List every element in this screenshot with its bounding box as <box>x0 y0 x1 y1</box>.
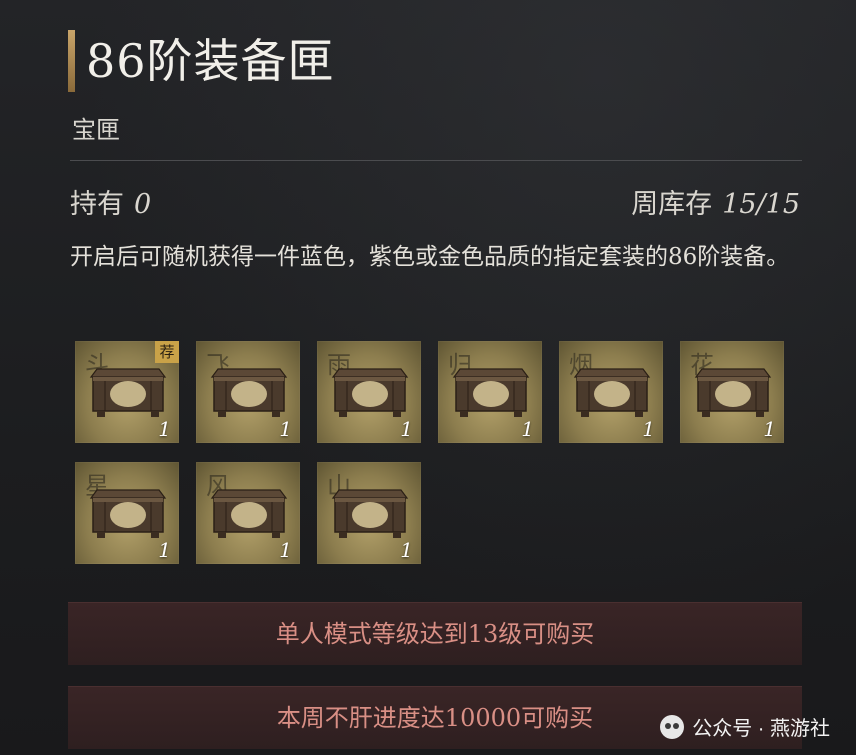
divider <box>70 160 802 161</box>
recommended-badge: 荐 <box>155 341 179 363</box>
chest-icon <box>331 367 409 421</box>
equipment-box-slot[interactable]: 花 1 <box>680 341 784 443</box>
equipment-box-slot[interactable]: 烟 1 <box>559 341 663 443</box>
watermark: 公众号 · 燕游社 <box>660 712 830 741</box>
equipment-box-slot[interactable]: 飞 1 <box>196 341 300 443</box>
weekly-stock: 周库存 15/15 <box>631 182 800 221</box>
chest-icon <box>694 367 772 421</box>
item-count: 1 <box>279 538 292 562</box>
chest-icon <box>210 367 288 421</box>
chest-icon <box>573 367 651 421</box>
chest-icon <box>331 488 409 542</box>
equipment-box-slot[interactable]: 风 1 <box>196 462 300 564</box>
equipment-box-slot[interactable]: 山 1 <box>317 462 421 564</box>
owned-label: 持有 <box>70 189 124 220</box>
item-count: 1 <box>158 538 171 562</box>
equipment-box-slot[interactable]: 归 1 <box>438 341 542 443</box>
chest-icon <box>210 488 288 542</box>
watermark-text: 公众号 · 燕游社 <box>692 718 830 740</box>
chest-icon <box>89 367 167 421</box>
item-count: 1 <box>400 538 413 562</box>
equipment-box-slot[interactable]: 雨 1 <box>317 341 421 443</box>
item-count: 1 <box>521 417 534 441</box>
owned-value: 0 <box>134 189 152 220</box>
equipment-box-slot[interactable]: 星 1 <box>75 462 179 564</box>
item-description: 开启后可随机获得一件蓝色，紫色或金色品质的指定套装的86阶装备。 <box>70 244 790 270</box>
item-count: 1 <box>763 417 776 441</box>
item-count: 1 <box>279 417 292 441</box>
item-count: 1 <box>158 417 171 441</box>
equipment-box-slot[interactable]: 斗 1荐 <box>75 341 179 443</box>
item-count: 1 <box>400 417 413 441</box>
chest-icon <box>89 488 167 542</box>
weekly-stock-value: 15/15 <box>722 189 800 220</box>
wechat-icon <box>660 714 685 739</box>
item-count: 1 <box>642 417 655 441</box>
item-category: 宝匣 <box>72 116 120 144</box>
item-title: 86阶装备匣 <box>86 34 335 88</box>
weekly-stock-label: 周库存 <box>631 189 713 220</box>
item-detail-panel: 86阶装备匣 宝匣 持有 0 周库存 15/15 开启后可随机获得一件蓝色，紫色或金… <box>0 0 856 755</box>
purchase-condition-button-1[interactable]: 单人模式等级达到13级可购买 <box>68 602 802 665</box>
chest-icon <box>452 367 530 421</box>
owned-count: 持有 0 <box>70 182 151 221</box>
title-accent-bar <box>68 30 75 92</box>
